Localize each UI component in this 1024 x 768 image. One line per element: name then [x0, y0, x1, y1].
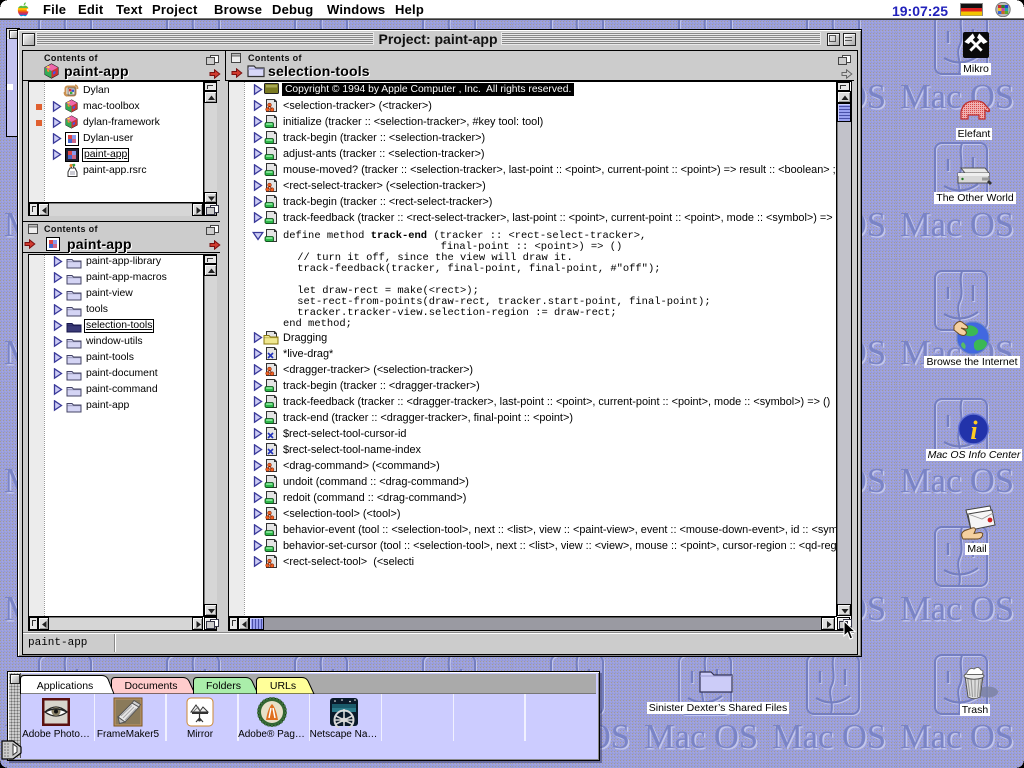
svg-text:Folders: Folders — [206, 680, 241, 692]
svg-text:Applications: Applications — [37, 680, 94, 692]
svg-text:URLs: URLs — [270, 680, 296, 692]
svg-text:Documents: Documents — [124, 680, 177, 692]
svg-text:i: i — [970, 416, 978, 445]
